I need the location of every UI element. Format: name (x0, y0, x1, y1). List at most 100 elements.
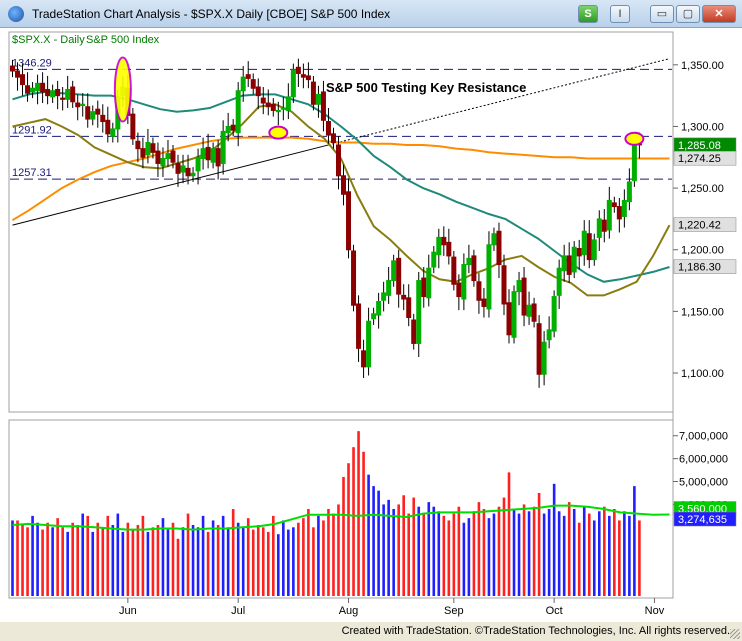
candle-body (361, 350, 367, 368)
close-button[interactable]: ✕ (702, 5, 736, 23)
candle-body (270, 103, 276, 111)
volume-bar (121, 531, 125, 596)
chart-area[interactable]: 1346.291291.921257.31 1,350.001,300.001,… (0, 28, 742, 622)
volume-bar (462, 522, 466, 596)
candle-body (205, 146, 211, 161)
candle-body (411, 319, 417, 344)
volume-bar (417, 506, 421, 596)
candle-body (616, 206, 622, 220)
candle-body (310, 81, 316, 105)
volume-bar (327, 509, 330, 596)
candle-body (441, 236, 447, 246)
volume-tick-label: 5,000,000 (679, 477, 728, 489)
candle-body (85, 106, 91, 120)
indicator-button[interactable]: I (610, 5, 630, 23)
candle-body (456, 282, 462, 298)
volume-bar (633, 486, 636, 596)
volume-bar (552, 483, 556, 596)
candle-body (100, 114, 106, 123)
volume-bar (342, 476, 345, 596)
volume-bar (302, 518, 305, 596)
candle-body (70, 86, 76, 103)
candle-body (260, 97, 266, 104)
candle-body (305, 75, 311, 81)
volume-bar (402, 495, 405, 596)
candle-body (255, 86, 261, 97)
candle-body (25, 85, 31, 94)
volume-bar (76, 525, 80, 596)
volume-badge-label: 3,274,635 (678, 514, 727, 526)
window-title: TradeStation Chart Analysis - $SPX.X Dai… (32, 7, 391, 21)
volume-bar (322, 520, 325, 596)
candle-body (315, 93, 321, 105)
volume-bar (191, 525, 195, 596)
strategy-button[interactable]: S (578, 5, 598, 23)
candle-body (40, 82, 46, 93)
volume-bar (562, 515, 566, 596)
candle-body (80, 103, 86, 107)
candle-body (466, 257, 472, 266)
candle-body (60, 97, 66, 100)
window-titlebar[interactable]: TradeStation Chart Analysis - $SPX.X Dai… (0, 0, 742, 28)
maximize-button[interactable]: ▢ (676, 5, 700, 23)
candle-body (245, 74, 251, 79)
copyright-text: Created with TradeStation. ©TradeStation… (341, 625, 730, 637)
volume-bar (372, 486, 375, 596)
candle-body (135, 140, 141, 150)
resize-grip-icon[interactable] (730, 629, 740, 639)
volume-bar (71, 522, 74, 596)
candle-body (591, 239, 597, 261)
candle-body (230, 124, 236, 131)
price-badge-label: 1,274.25 (678, 153, 721, 165)
candle-body (541, 341, 547, 375)
volume-bar (161, 518, 165, 596)
candle-body (30, 87, 36, 93)
volume-bar (56, 518, 59, 596)
volume-bar (432, 506, 436, 596)
price-badge-label: 1,186.30 (678, 262, 721, 274)
candle-body (285, 96, 291, 111)
candle-body (150, 143, 156, 153)
volume-bar (176, 538, 180, 596)
volume-bar (532, 506, 536, 596)
volume-bar (297, 522, 300, 596)
volume-bar (151, 527, 155, 596)
candle-body (325, 121, 331, 136)
volume-bar (337, 504, 340, 596)
date-tick-label: Jun (119, 605, 137, 617)
volume-bar (507, 472, 511, 596)
chart-annotation: S&P 500 Testing Key Resistance (326, 80, 526, 95)
volume-bar (367, 474, 370, 596)
volume-bar (61, 527, 64, 596)
candle-body (190, 172, 196, 177)
volume-bar (66, 531, 69, 596)
volume-bar (527, 511, 531, 596)
volume-bar (271, 515, 275, 596)
candle-body (606, 199, 612, 231)
volume-bar (397, 504, 400, 596)
minimize-button[interactable]: ▭ (650, 5, 674, 23)
candle-body (556, 267, 562, 296)
volume-bar (522, 504, 526, 596)
candle-body (165, 153, 171, 160)
volume-bar (31, 515, 34, 596)
index-label: S&P 500 Index (86, 34, 160, 46)
volume-bar (36, 522, 39, 596)
candle-body (105, 119, 111, 135)
candle-body (401, 294, 407, 300)
candle-body (496, 230, 502, 266)
volume-bar (146, 531, 150, 596)
candle-body (531, 303, 537, 322)
volume-bar (567, 502, 571, 596)
price-tick-label: 1,350.00 (681, 60, 724, 72)
candle-body (511, 291, 517, 338)
volume-bar (216, 525, 220, 596)
volume-bar (251, 529, 255, 596)
candle-body (185, 167, 191, 177)
volume-bar (497, 506, 501, 596)
volume-bar (412, 497, 416, 596)
volume-tick-label: 7,000,000 (679, 431, 728, 443)
highlight-circle (268, 125, 289, 140)
volume-bar (317, 515, 320, 596)
volume-bar (101, 527, 105, 596)
